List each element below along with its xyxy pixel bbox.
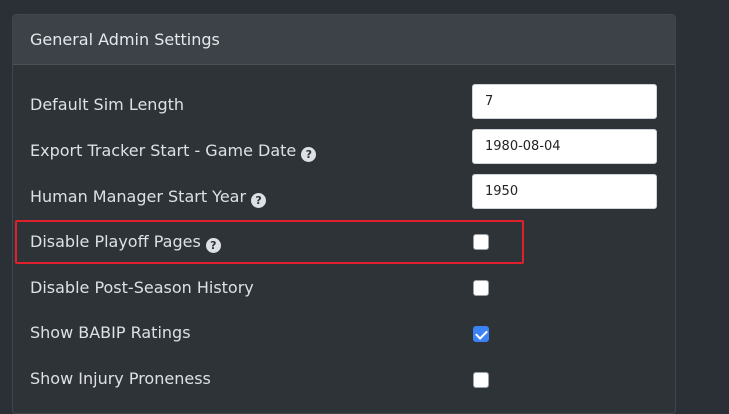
show-babip-ratings-checkbox[interactable] bbox=[473, 326, 489, 342]
setting-row-default-sim-length: Default Sim Length bbox=[13, 84, 675, 123]
help-icon[interactable]: ? bbox=[251, 193, 267, 208]
setting-row-show-babip-ratings: Show BABIP Ratings bbox=[13, 315, 675, 351]
export-tracker-start-date-input[interactable] bbox=[472, 129, 657, 164]
setting-row-human-manager-start-year: Human Manager Start Year? bbox=[13, 174, 675, 215]
setting-label: Default Sim Length bbox=[30, 95, 185, 114]
setting-label: Export Tracker Start - Game Date? bbox=[30, 133, 317, 169]
human-manager-start-year-input[interactable] bbox=[472, 174, 657, 209]
default-sim-length-input[interactable] bbox=[472, 84, 657, 119]
setting-row-export-tracker-start: Export Tracker Start - Game Date? bbox=[13, 129, 675, 169]
setting-row-disable-post-season-history: Disable Post-Season History bbox=[13, 270, 675, 306]
setting-row-disable-playoff-pages: Disable Playoff Pages? bbox=[13, 224, 675, 260]
show-injury-proneness-checkbox[interactable] bbox=[473, 372, 489, 388]
setting-label: Show BABIP Ratings bbox=[30, 323, 191, 342]
setting-label: Human Manager Start Year? bbox=[30, 179, 267, 215]
help-icon[interactable]: ? bbox=[301, 147, 317, 162]
general-admin-settings-panel: General Admin Settings Default Sim Lengt… bbox=[12, 14, 676, 414]
setting-label: Disable Playoff Pages? bbox=[30, 224, 221, 260]
panel-header: General Admin Settings bbox=[13, 15, 675, 65]
help-icon[interactable]: ? bbox=[205, 238, 221, 253]
setting-label: Show Injury Proneness bbox=[30, 369, 211, 388]
disable-post-season-history-checkbox[interactable] bbox=[473, 280, 489, 296]
setting-label: Disable Post-Season History bbox=[30, 278, 254, 297]
disable-playoff-pages-checkbox[interactable] bbox=[473, 234, 489, 250]
setting-row-show-injury-proneness: Show Injury Proneness bbox=[13, 361, 675, 397]
panel-title: General Admin Settings bbox=[30, 30, 220, 49]
